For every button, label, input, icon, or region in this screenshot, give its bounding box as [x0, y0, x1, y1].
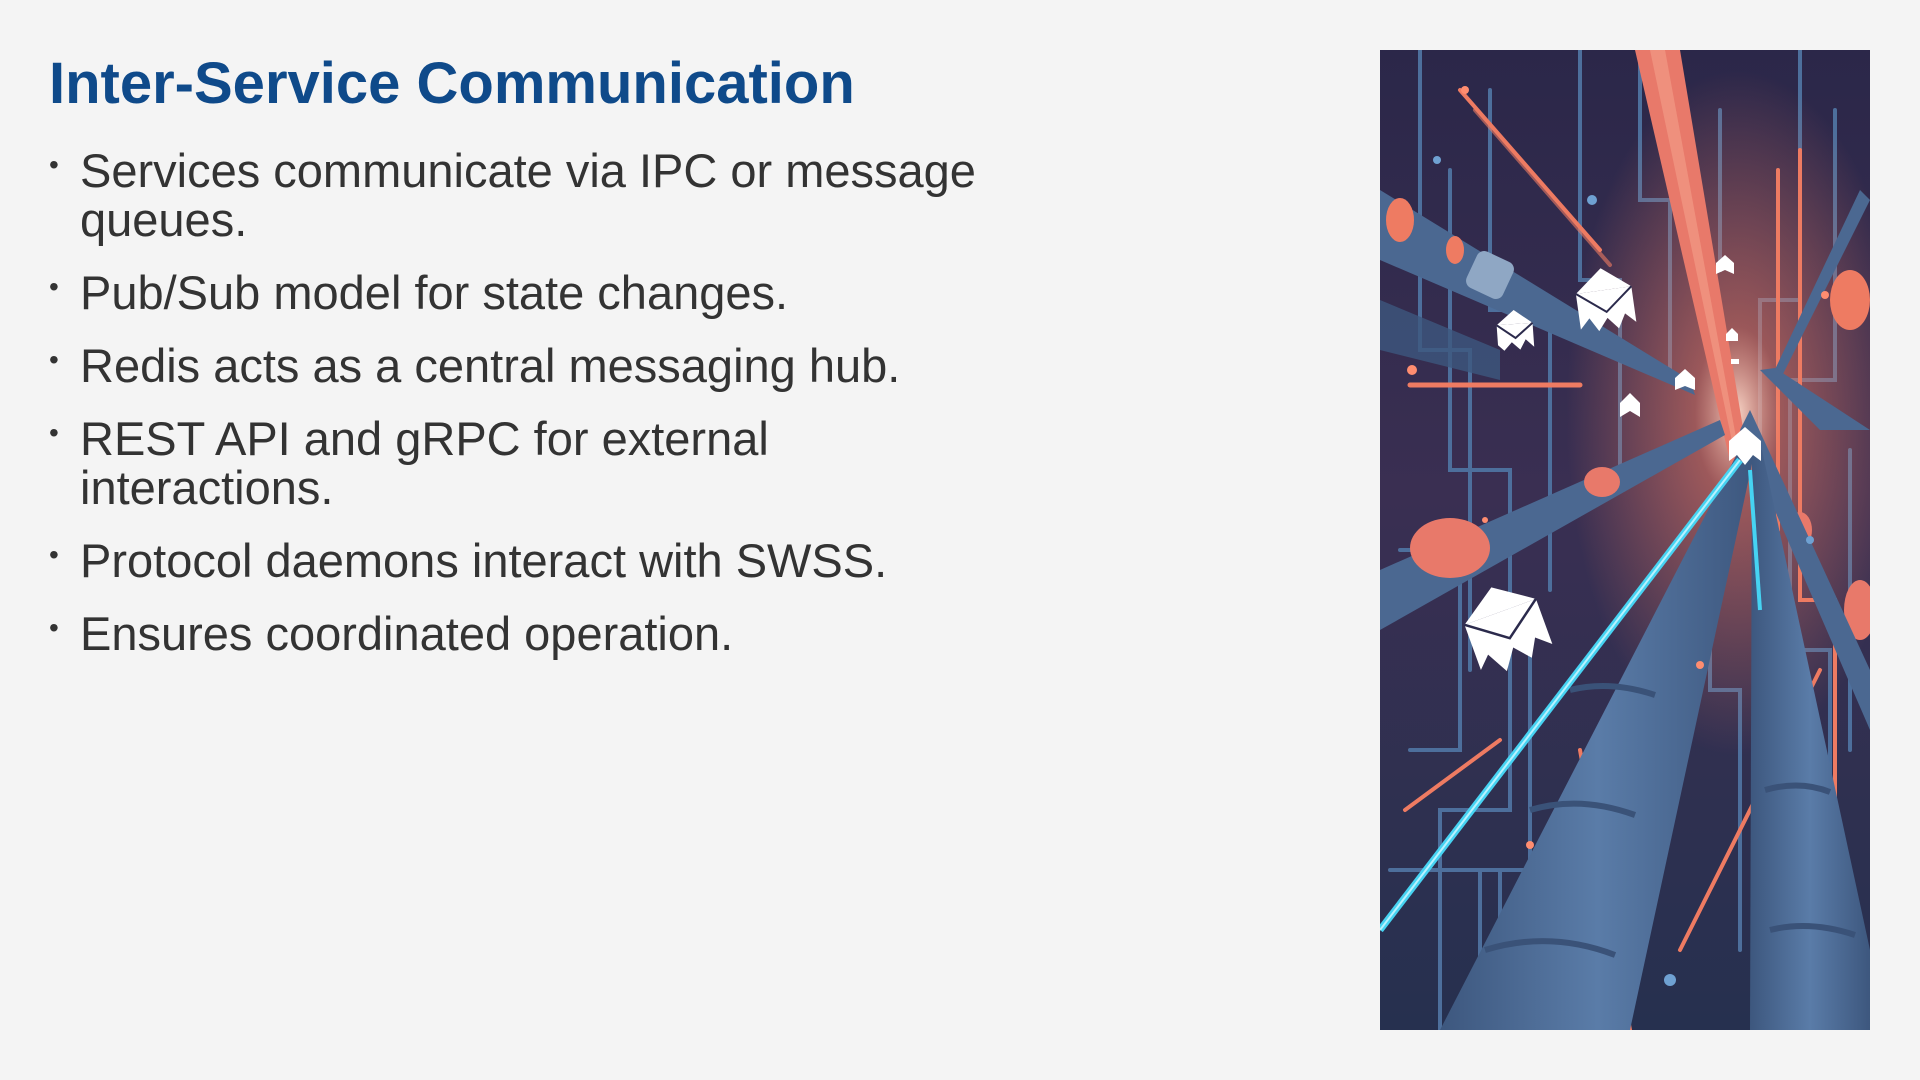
bullet-text: Ensures coordinated operation. [80, 607, 734, 660]
message-tunnel-illustration [1380, 50, 1870, 1030]
bullet-icon: • [49, 417, 59, 448]
bullet-icon: • [49, 271, 59, 302]
bullet-text: Protocol daemons interact with SWSS. [80, 534, 888, 587]
bullet-item: • REST API and gRPC for external interac… [49, 414, 1029, 512]
bullet-text: Services communicate via IPC or message … [80, 144, 976, 246]
bullet-list: • Services communicate via IPC or messag… [49, 146, 1029, 682]
bullet-icon: • [49, 539, 59, 570]
illustration-svg [1380, 50, 1870, 1030]
bullet-icon: • [49, 344, 59, 375]
bullet-item: • Ensures coordinated operation. [49, 609, 1029, 658]
envelope-icon [1731, 359, 1739, 364]
bullet-item: • Protocol daemons interact with SWSS. [49, 536, 1029, 585]
bullet-text: REST API and gRPC for external interacti… [80, 412, 769, 514]
bullet-icon: • [49, 149, 59, 180]
slide-title: Inter-Service Communication [49, 51, 855, 116]
bullet-item: • Pub/Sub model for state changes. [49, 268, 1029, 317]
bullet-item: • Services communicate via IPC or messag… [49, 146, 1029, 244]
bullet-item: • Redis acts as a central messaging hub. [49, 341, 1029, 390]
slide: Inter-Service Communication • Services c… [0, 0, 1920, 1080]
bullet-text: Pub/Sub model for state changes. [80, 266, 789, 319]
bullet-text: Redis acts as a central messaging hub. [80, 339, 901, 392]
bullet-icon: • [49, 612, 59, 643]
